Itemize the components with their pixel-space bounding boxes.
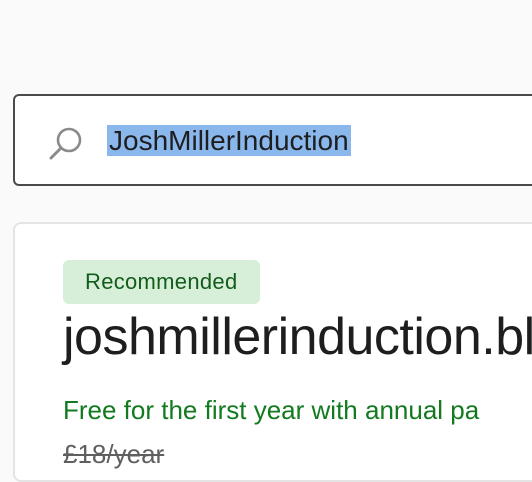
- offer-text: Free for the first year with annual pa: [63, 395, 480, 425]
- search-icon: [47, 126, 87, 162]
- domain-name: joshmillerinduction.bl: [63, 308, 532, 366]
- search-input[interactable]: JoshMillerInduction: [107, 124, 351, 158]
- recommended-badge: Recommended: [63, 260, 260, 304]
- original-price: £18/year: [63, 439, 165, 469]
- domain-result-card[interactable]: Recommended joshmillerinduction.bl Free …: [13, 222, 532, 482]
- search-input-selected-text: JoshMillerInduction: [107, 125, 351, 156]
- domain-search-box[interactable]: JoshMillerInduction: [13, 94, 532, 186]
